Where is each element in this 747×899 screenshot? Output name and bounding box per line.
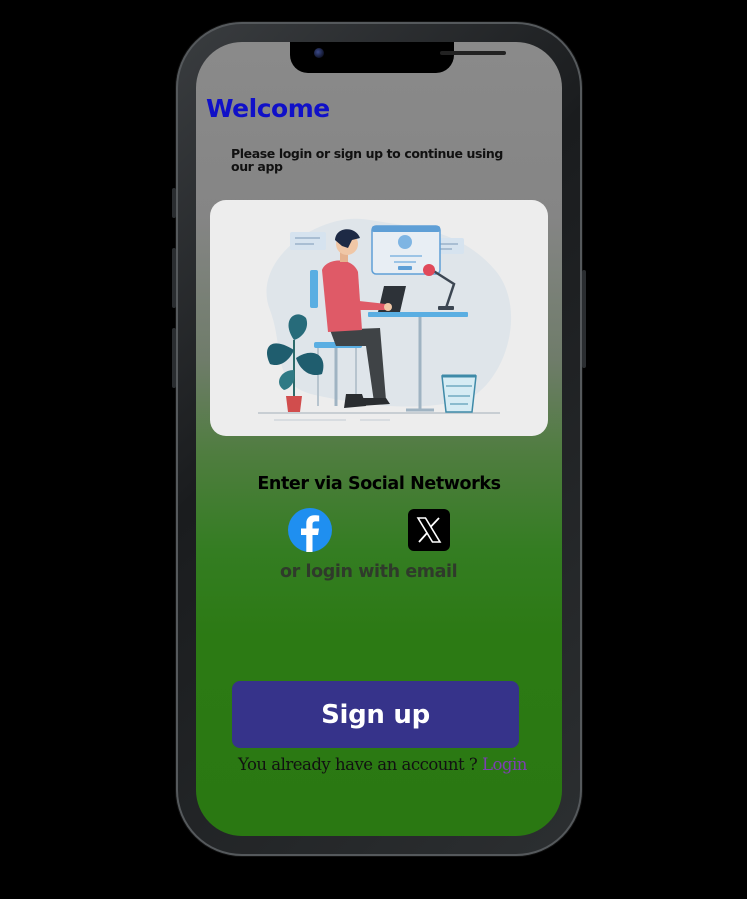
login-link[interactable]: Login xyxy=(482,755,527,774)
power-button xyxy=(582,270,586,368)
facebook-login-button[interactable] xyxy=(288,508,332,552)
volume-up-button xyxy=(172,248,176,308)
sign-up-button[interactable]: Sign up xyxy=(232,681,519,748)
person-at-desk-illustration xyxy=(258,218,512,421)
account-prompt-text: You already have an account ? xyxy=(238,755,478,774)
x-twitter-icon xyxy=(416,517,442,543)
social-networks-heading: Enter via Social Networks xyxy=(257,474,501,494)
speaker-grille xyxy=(440,51,506,55)
facebook-icon xyxy=(301,515,320,552)
silent-switch xyxy=(172,188,176,218)
page-title: Welcome xyxy=(206,94,330,123)
account-prompt-line: You already have an account ? Login xyxy=(238,755,527,774)
welcome-subtitle: Please login or sign up to continue usin… xyxy=(231,146,503,174)
app-screen: Welcome Please login or sign up to conti… xyxy=(196,42,562,836)
phone-frame: Welcome Please login or sign up to conti… xyxy=(172,22,586,856)
x-login-button[interactable] xyxy=(408,509,450,551)
notch xyxy=(290,42,506,73)
hero-illustration xyxy=(210,200,548,436)
or-login-with-email: or login with email xyxy=(280,562,458,582)
volume-down-button xyxy=(172,328,176,388)
camera-icon xyxy=(314,48,324,58)
